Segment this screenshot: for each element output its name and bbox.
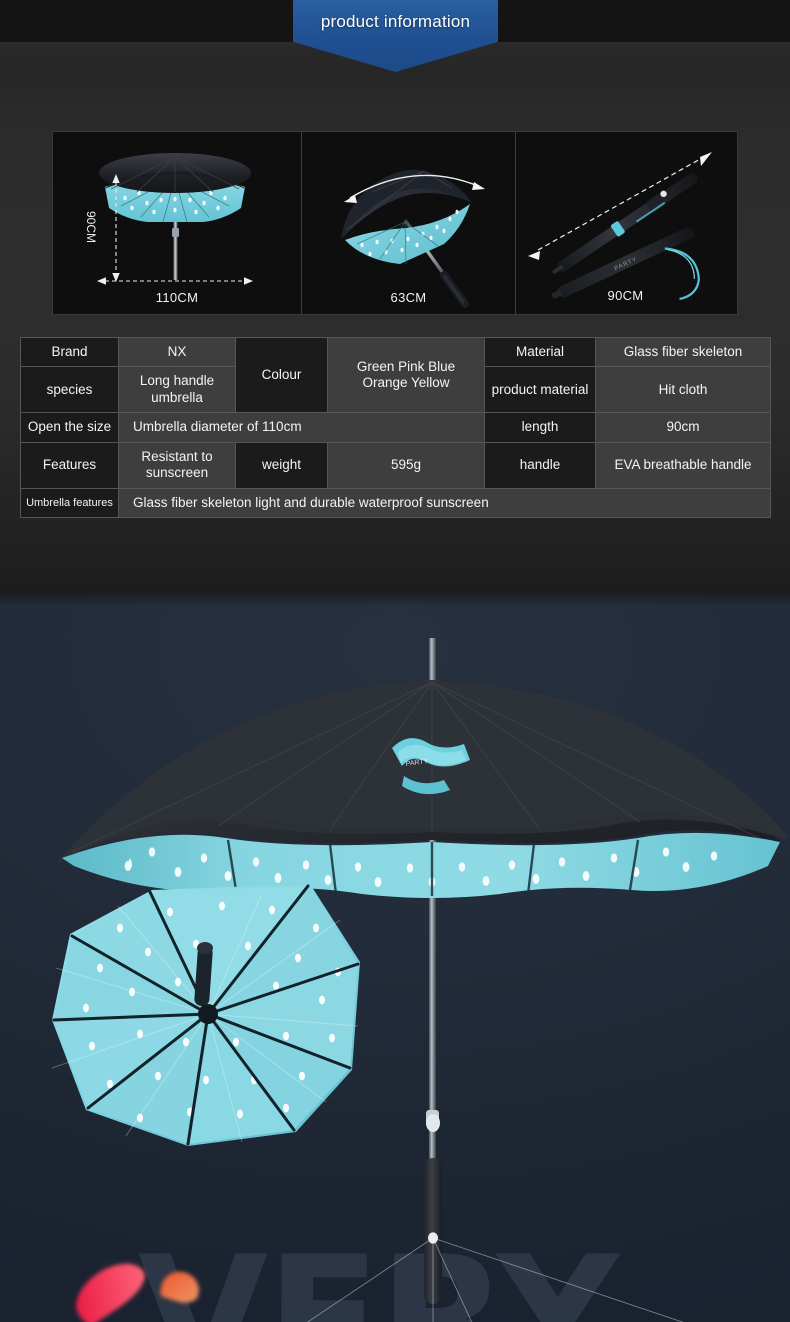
cell-features-label: Features bbox=[20, 441, 119, 489]
table-row: Open the size Umbrella diameter of 110cm… bbox=[20, 412, 771, 443]
specification-table: Brand NX Colour Green Pink Blue Orange Y… bbox=[20, 336, 771, 519]
diagram-panel-folded-umbrella: PARTY 90CM bbox=[516, 132, 735, 314]
cell-brand-value: NX bbox=[118, 336, 236, 368]
cell-weight-value: 595g bbox=[327, 441, 485, 489]
table-row: Umbrella features Glass fiber skeleton l… bbox=[20, 487, 771, 519]
product-information-page: product information 90CM 110CM 63CM PART… bbox=[0, 0, 790, 1322]
cell-colour-value: Green Pink Blue Orange Yellow bbox=[327, 336, 485, 414]
diagram-panel-umbrella-arc: 63CM bbox=[302, 132, 516, 314]
cell-brand-label: Brand bbox=[20, 336, 119, 368]
page-header: product information bbox=[0, 0, 790, 72]
cell-features-value: Resistant to sunscreen bbox=[118, 441, 236, 489]
folded-teal-umbrella bbox=[51, 884, 360, 1146]
cell-species-label: species bbox=[20, 366, 119, 414]
specification-section: 90CM 110CM 63CM PARTY 90CM Brand NX Colo… bbox=[0, 72, 790, 590]
cell-handle-label: handle bbox=[484, 441, 596, 489]
cell-open-size-value: Umbrella diameter of 110cm bbox=[118, 412, 485, 443]
cell-species-value: Long handle umbrella bbox=[118, 366, 236, 414]
cell-length-label: length bbox=[484, 412, 596, 443]
network-overlay-nodes bbox=[428, 1232, 438, 1244]
cell-umbrella-features-label: Umbrella features bbox=[20, 487, 119, 519]
hero-product-image: VERY LARGE bbox=[0, 590, 790, 1322]
panel-caption-110cm: 110CM bbox=[155, 290, 199, 305]
hero-umbrella-illustration: PARTY bbox=[51, 638, 790, 1322]
hero-top-fade bbox=[0, 590, 790, 606]
cell-length-value: 90cm bbox=[595, 412, 771, 443]
cell-weight-label: weight bbox=[235, 441, 328, 489]
specification-table-wrapper: Brand NX Colour Green Pink Blue Orange Y… bbox=[20, 336, 771, 519]
cell-material-label: Material bbox=[484, 336, 596, 368]
table-row: Brand NX Colour Green Pink Blue Orange Y… bbox=[20, 336, 771, 414]
cell-material-value: Glass fiber skeleton bbox=[595, 336, 771, 368]
cell-product-material-label: product material bbox=[484, 366, 596, 414]
cell-product-material-value: Hit cloth bbox=[595, 366, 771, 414]
banner-chevron: product information bbox=[293, 0, 498, 72]
panel-caption-63cm: 63CM bbox=[390, 290, 427, 305]
panel-caption-90cm: 90CM bbox=[607, 288, 644, 303]
cell-colour-label: Colour bbox=[235, 336, 328, 414]
cell-handle-value: EVA breathable handle bbox=[595, 441, 771, 489]
cell-umbrella-features-value: Glass fiber skeleton light and durable w… bbox=[118, 487, 771, 519]
umbrella-arc-illustration bbox=[341, 169, 485, 308]
network-overlay-lines bbox=[306, 1237, 684, 1322]
diagram-panel-open-umbrella: 90CM 110CM bbox=[53, 132, 302, 314]
table-row: Features Resistant to sunscreen weight 5… bbox=[20, 441, 771, 489]
cell-open-size-label: Open the size bbox=[20, 412, 119, 443]
panel-vertical-label-90cm: 90CM bbox=[84, 210, 99, 244]
dimension-diagram-panels: 90CM 110CM 63CM PARTY 90CM bbox=[52, 131, 738, 315]
folded-umbrella-illustration: PARTY bbox=[528, 152, 712, 301]
page-title: product information bbox=[320, 12, 471, 31]
